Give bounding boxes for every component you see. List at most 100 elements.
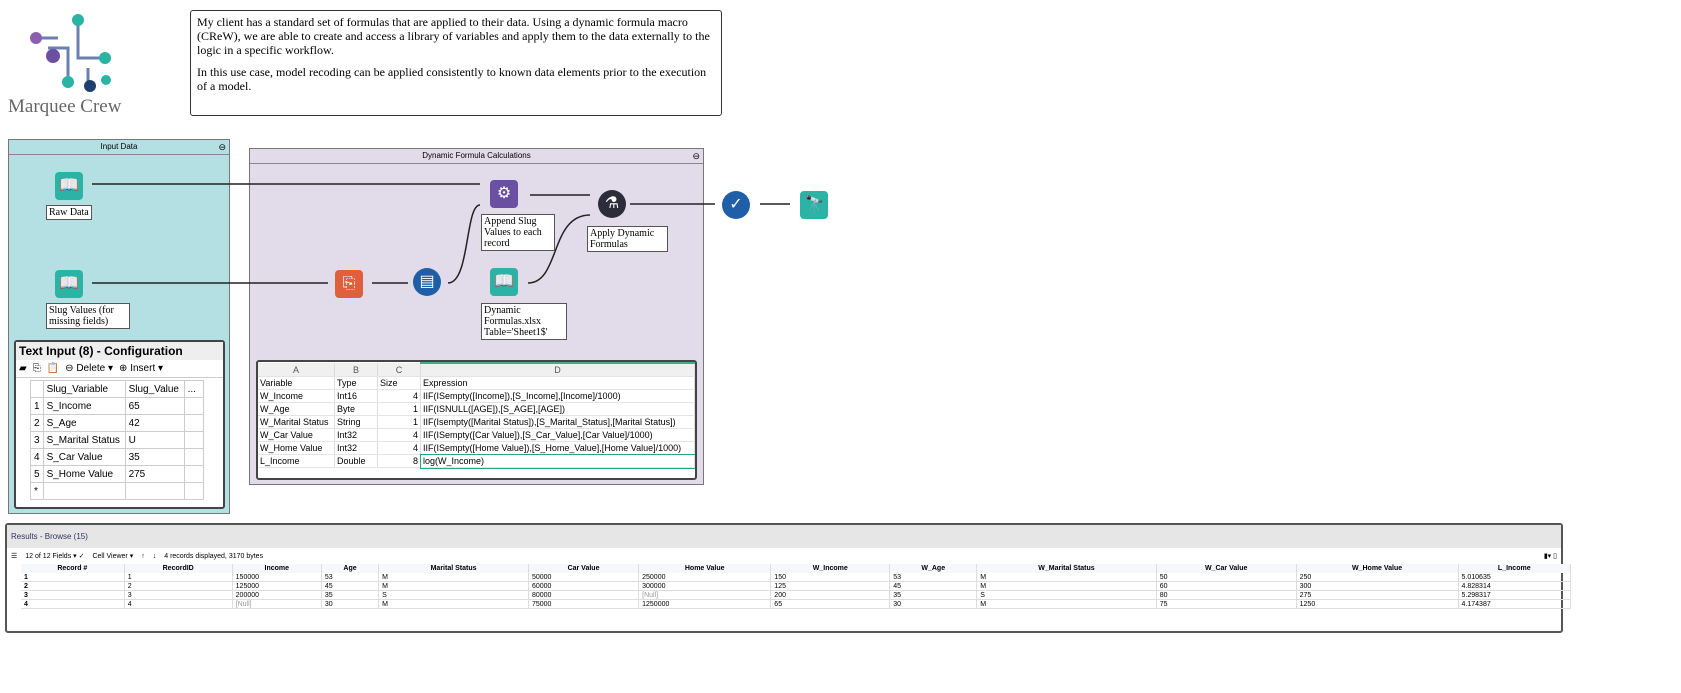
column-header[interactable]: W_Income bbox=[770, 564, 891, 573]
table-cell[interactable]: 45 bbox=[889, 581, 978, 591]
config-cell[interactable]: 65 bbox=[124, 397, 185, 415]
config-cell[interactable] bbox=[183, 414, 204, 432]
column-header[interactable]: Age bbox=[321, 564, 380, 573]
config-cell[interactable] bbox=[42, 482, 126, 500]
insert-button[interactable]: ⊕ Insert ▾ bbox=[119, 363, 163, 374]
table-cell[interactable]: 75 bbox=[1156, 599, 1297, 609]
table-cell[interactable]: 80000 bbox=[528, 590, 640, 600]
table-cell[interactable]: M bbox=[976, 599, 1157, 609]
table-cell[interactable]: 3 bbox=[124, 590, 233, 600]
config-cell[interactable] bbox=[183, 397, 204, 415]
table-cell[interactable]: 50 bbox=[1156, 573, 1297, 582]
table-cell[interactable]: 60 bbox=[1156, 581, 1297, 591]
export-icon[interactable]: ▮▾ ▯ bbox=[1544, 552, 1557, 560]
dynamic-formula-macro-tool[interactable]: ⚗ bbox=[598, 190, 626, 218]
config-cell[interactable]: S_Marital Status bbox=[42, 431, 126, 449]
config-cell[interactable] bbox=[183, 465, 204, 483]
table-cell[interactable]: 30 bbox=[889, 599, 978, 609]
table-cell[interactable]: 125000 bbox=[232, 581, 322, 591]
table-cell[interactable]: M bbox=[976, 573, 1157, 582]
table-cell[interactable]: 3 bbox=[21, 590, 125, 600]
column-header[interactable]: Marital Status bbox=[378, 564, 529, 573]
config-cell[interactable] bbox=[183, 431, 204, 449]
table-cell[interactable]: 300 bbox=[1296, 581, 1459, 591]
table-row[interactable]: 4 4 [Null] 30 M 75000 1250000 65 30 M 75 1250 4.1743… bbox=[21, 599, 1572, 609]
import-icon[interactable]: ▰ bbox=[19, 363, 27, 374]
column-header[interactable]: W_Marital Status bbox=[976, 564, 1157, 573]
table-cell[interactable]: 250000 bbox=[638, 573, 772, 582]
table-cell[interactable]: 1250000 bbox=[638, 599, 772, 609]
select-tool[interactable]: ✓ bbox=[722, 191, 750, 219]
config-cell[interactable] bbox=[183, 482, 204, 500]
browse-tool[interactable]: 🔭 bbox=[800, 191, 828, 219]
table-cell[interactable]: 45 bbox=[321, 581, 380, 591]
sort-up-icon[interactable]: ↑ bbox=[141, 553, 145, 560]
table-cell[interactable]: 53 bbox=[889, 573, 978, 582]
config-cell[interactable]: S_Car Value bbox=[42, 448, 126, 466]
config-cell[interactable] bbox=[124, 482, 185, 500]
table-cell[interactable]: 75000 bbox=[528, 599, 640, 609]
column-header[interactable]: Home Value bbox=[638, 564, 772, 573]
table-cell[interactable]: M bbox=[378, 599, 529, 609]
table-cell[interactable]: 2 bbox=[124, 581, 233, 591]
table-cell[interactable]: 4.174387 bbox=[1458, 599, 1572, 609]
config-cell[interactable]: U bbox=[124, 431, 185, 449]
column-header[interactable]: Record # bbox=[21, 564, 125, 573]
table-cell[interactable]: 60000 bbox=[528, 581, 640, 591]
config-cell[interactable]: S_Income bbox=[42, 397, 126, 415]
table-cell[interactable]: 1250 bbox=[1296, 599, 1459, 609]
delete-button[interactable]: ⊖ Delete ▾ bbox=[65, 363, 113, 374]
list-icon[interactable]: ☰ bbox=[11, 552, 17, 560]
column-header[interactable]: W_Car Value bbox=[1156, 564, 1297, 573]
table-cell[interactable]: 4 bbox=[124, 599, 233, 609]
config-row[interactable]: 3 S_Marital Status U bbox=[30, 431, 204, 449]
table-cell[interactable]: 300000 bbox=[638, 581, 772, 591]
table-cell[interactable]: M bbox=[976, 581, 1157, 591]
excel-input-tool[interactable]: 📖 bbox=[490, 268, 518, 296]
table-cell[interactable]: 35 bbox=[889, 590, 978, 600]
table-row[interactable]: 2 2 125000 45 M 60000 300000 125 45 M 60 300 4.82831… bbox=[21, 581, 1572, 591]
table-cell[interactable]: 4 bbox=[21, 599, 125, 609]
column-header[interactable]: Income bbox=[232, 564, 322, 573]
table-cell[interactable]: S bbox=[378, 590, 529, 600]
config-row[interactable]: 4 S_Car Value 35 bbox=[30, 448, 204, 466]
table-cell[interactable]: S bbox=[976, 590, 1157, 600]
table-cell[interactable]: 150 bbox=[770, 573, 891, 582]
config-cell[interactable]: S_Home Value bbox=[42, 465, 126, 483]
config-row[interactable]: 1 S_Income 65 bbox=[30, 397, 204, 415]
cell-viewer-dropdown[interactable]: Cell Viewer ▾ bbox=[92, 552, 133, 560]
config-row[interactable]: * bbox=[30, 482, 204, 500]
config-cell[interactable] bbox=[183, 448, 204, 466]
table-cell[interactable]: 275 bbox=[1296, 590, 1459, 600]
table-cell[interactable]: [Null] bbox=[232, 599, 322, 609]
formula-tool[interactable]: ▤ bbox=[413, 268, 441, 296]
table-cell[interactable]: 125 bbox=[770, 581, 891, 591]
table-cell[interactable]: M bbox=[378, 581, 529, 591]
table-cell[interactable]: 53 bbox=[321, 573, 380, 582]
sort-down-icon[interactable]: ↓ bbox=[153, 553, 157, 560]
select-records-tool[interactable]: ⎘ bbox=[335, 270, 363, 298]
column-header[interactable]: L_Income bbox=[1458, 564, 1572, 573]
table-cell[interactable]: [Null] bbox=[638, 590, 772, 600]
results-table[interactable]: Record # RecordID Income Age Marital Status C… bbox=[21, 564, 1572, 609]
table-cell[interactable]: 80 bbox=[1156, 590, 1297, 600]
config-grid[interactable]: Slug_Variable Slug_Value... 1 S_Income 65 2 S… bbox=[30, 380, 204, 500]
table-cell[interactable]: 35 bbox=[321, 590, 380, 600]
table-row[interactable]: 3 3 200000 35 S 80000 [Null] 200 35 S 80 275 5.29831… bbox=[21, 590, 1572, 600]
table-cell[interactable]: 200000 bbox=[232, 590, 322, 600]
table-cell[interactable]: M bbox=[378, 573, 529, 582]
table-cell[interactable]: 65 bbox=[770, 599, 891, 609]
column-header[interactable]: W_Home Value bbox=[1296, 564, 1459, 573]
table-cell[interactable]: 250 bbox=[1296, 573, 1459, 582]
table-cell[interactable]: 200 bbox=[770, 590, 891, 600]
config-cell[interactable]: 275 bbox=[124, 465, 185, 483]
fields-dropdown[interactable]: 12 of 12 Fields ▾ ✓ bbox=[25, 552, 84, 560]
table-cell[interactable]: 1 bbox=[21, 573, 125, 582]
config-cell[interactable]: 42 bbox=[124, 414, 185, 432]
table-cell[interactable]: 150000 bbox=[232, 573, 322, 582]
config-cell[interactable]: S_Age bbox=[42, 414, 126, 432]
table-cell[interactable]: 30 bbox=[321, 599, 380, 609]
table-cell[interactable]: 4.828314 bbox=[1458, 581, 1572, 591]
config-cell[interactable]: 35 bbox=[124, 448, 185, 466]
column-header[interactable]: RecordID bbox=[124, 564, 233, 573]
